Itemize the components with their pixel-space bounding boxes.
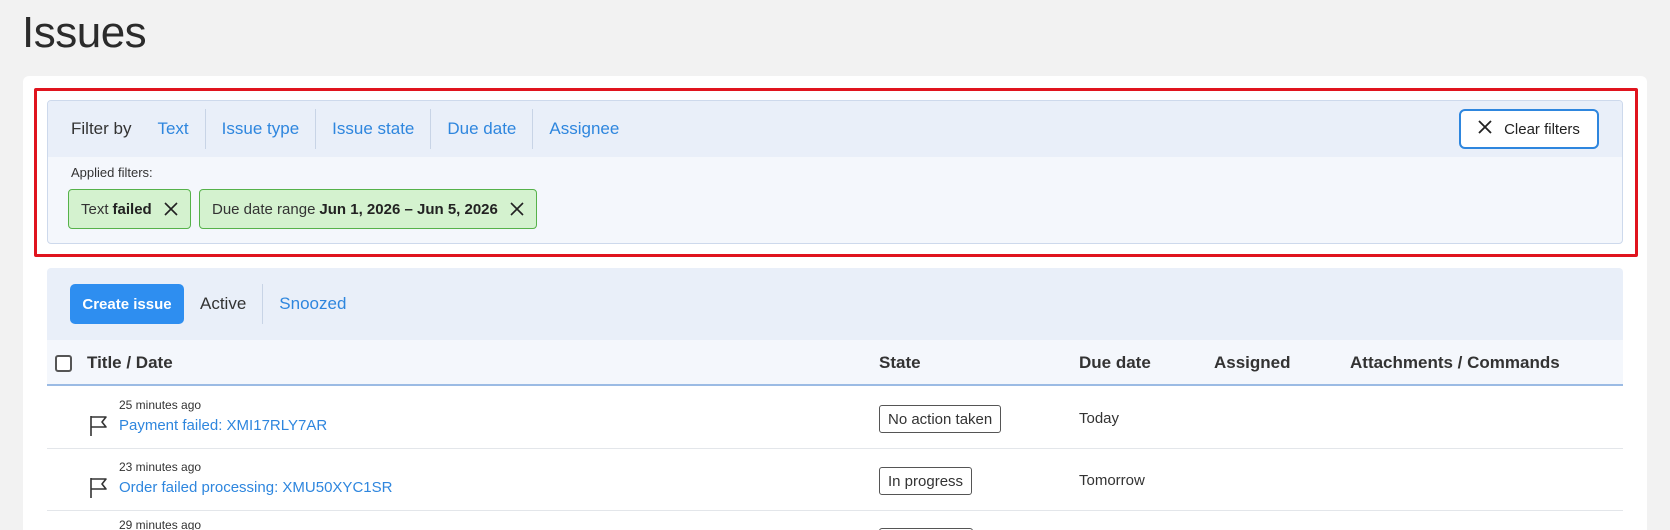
select-all-checkbox[interactable] bbox=[55, 355, 72, 372]
table-row: 25 minutes ago Payment failed: XMI17RLY7… bbox=[47, 388, 1623, 449]
list-toolbar: Create issue Active Snoozed bbox=[47, 268, 1623, 340]
column-assigned[interactable]: Assigned bbox=[1214, 353, 1291, 373]
table-row: 23 minutes ago Order failed processing: … bbox=[47, 450, 1623, 511]
page-title: Issues bbox=[22, 8, 147, 57]
row-time: 25 minutes ago bbox=[119, 398, 202, 412]
row-time: 23 minutes ago bbox=[119, 460, 202, 474]
state-badge: No action taken bbox=[879, 405, 1002, 433]
flag-icon bbox=[89, 477, 109, 504]
column-state[interactable]: State bbox=[879, 353, 921, 373]
tab-active[interactable]: Active bbox=[184, 284, 264, 324]
highlight-box bbox=[34, 88, 1638, 257]
row-title-link[interactable]: Payment failed: XMI17RLY7AR bbox=[119, 417, 327, 434]
column-attachments-commands: Attachments / Commands bbox=[1350, 353, 1560, 372]
create-issue-button[interactable]: Create issue bbox=[70, 284, 184, 324]
row-time: 29 minutes ago bbox=[119, 518, 202, 530]
column-due-date[interactable]: Due date bbox=[1079, 353, 1151, 373]
state-badge: In progress bbox=[879, 467, 973, 495]
table-header: Title / Date State Due date Assigned Att… bbox=[47, 340, 1623, 386]
table-row: 29 minutes ago bbox=[47, 511, 1623, 530]
due-date: Today bbox=[1079, 410, 1120, 427]
due-date: Tomorrow bbox=[1079, 472, 1145, 489]
flag-icon bbox=[89, 415, 109, 442]
row-title-link[interactable]: Order failed processing: XMU50XYC1SR bbox=[119, 479, 392, 496]
column-title-date[interactable]: Title / Date bbox=[87, 353, 173, 373]
tab-snoozed[interactable]: Snoozed bbox=[263, 294, 362, 314]
